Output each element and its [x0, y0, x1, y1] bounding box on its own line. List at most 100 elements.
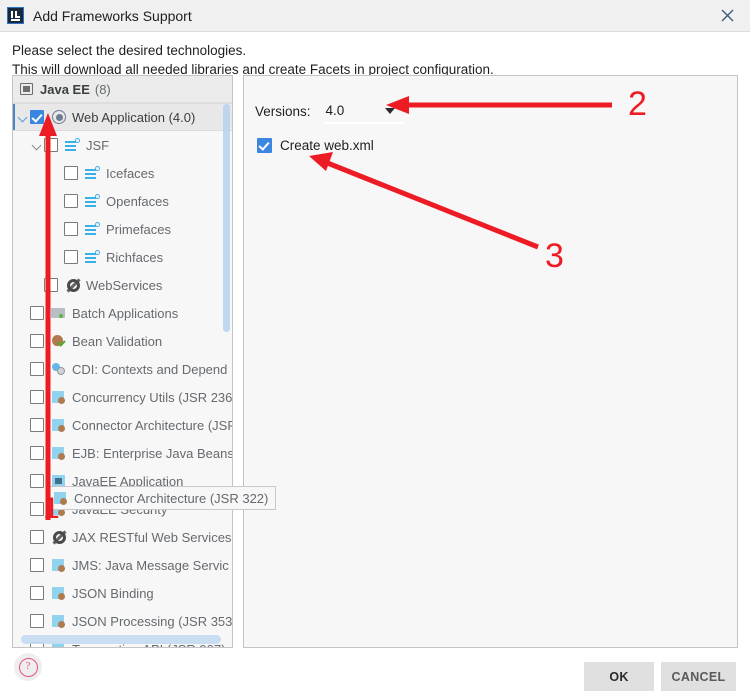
tree-rows-container: Web Application (4.0) JSF Icefaces Openface… [13, 103, 232, 647]
tree-item[interactable]: Batch Applications [13, 299, 232, 327]
versions-label: Versions: [255, 103, 311, 119]
tree-item-checkbox[interactable] [64, 194, 78, 208]
cancel-button[interactable]: CANCEL [661, 662, 736, 691]
tree-item[interactable]: JMS: Java Message Servic [13, 551, 232, 579]
versions-dropdown[interactable]: 4.0 [322, 98, 405, 124]
tree-item-label: Bean Validation [72, 333, 163, 349]
tree-item[interactable]: JSON Processing (JSR 353 [13, 607, 232, 635]
tree-item[interactable]: Icefaces [13, 159, 232, 187]
tree-item-checkbox[interactable] [30, 502, 44, 516]
tree-group-java-ee[interactable]: Java EE (8) [13, 76, 232, 103]
tree-item-label: Primefaces [106, 221, 172, 237]
module-icon [19, 81, 35, 97]
tree-item-checkbox[interactable] [44, 278, 58, 292]
create-webxml-checkbox[interactable]: Create web.xml [257, 138, 374, 153]
gear-icon [65, 277, 81, 293]
tree-vertical-scrollbar[interactable] [223, 104, 230, 332]
tree-item[interactable]: EJB: Enterprise Java Beans [13, 439, 232, 467]
tree-item-checkbox[interactable] [30, 390, 44, 404]
tree-item[interactable]: Openfaces [13, 187, 232, 215]
tree-item-label: EJB: Enterprise Java Beans [72, 445, 233, 461]
tree-item[interactable]: CDI: Contexts and Depend [13, 355, 232, 383]
tree-item-checkbox[interactable] [30, 362, 44, 376]
tree-item-checkbox[interactable] [30, 334, 44, 348]
jsf-icon [85, 221, 101, 237]
chevron-down-icon[interactable] [31, 139, 44, 152]
frameworks-tree-panel[interactable]: Java EE (8) Web Application (4.0) JSF Icef… [12, 75, 233, 648]
create-webxml-checkbox-box[interactable] [257, 138, 272, 153]
tree-item[interactable]: Web Application (4.0) [13, 103, 232, 131]
tree-item[interactable]: JSF [13, 131, 232, 159]
gear-icon [51, 529, 67, 545]
tree-item-label: Icefaces [106, 165, 155, 181]
jsf-icon [85, 165, 101, 181]
bean-validation-icon [51, 333, 67, 349]
tree-item[interactable]: Concurrency Utils (JSR 236 [13, 383, 232, 411]
tree-item-checkbox[interactable] [64, 250, 78, 264]
tree-item-checkbox[interactable] [30, 110, 44, 124]
tree-item-label: JSON Binding [72, 585, 154, 601]
folder-icon [51, 305, 67, 321]
create-webxml-label: Create web.xml [280, 138, 374, 153]
tree-item-label: JSF [86, 137, 110, 153]
tree-item[interactable]: Bean Validation [13, 327, 232, 355]
tree-item-overflow-tooltip: Connector Architecture (JSR 322) [46, 486, 277, 510]
ok-button[interactable]: OK [584, 662, 654, 691]
jar-icon [51, 557, 67, 573]
tree-item-checkbox[interactable] [30, 418, 44, 432]
tree-item-checkbox[interactable] [64, 166, 78, 180]
tree-item-checkbox[interactable] [30, 446, 44, 460]
jsf-icon [85, 193, 101, 209]
description-line-1: Please select the desired technologies. [12, 43, 247, 58]
help-icon[interactable]: ? [14, 653, 42, 681]
dialog-footer: ? OK CANCEL [0, 648, 750, 696]
window-title: Add Frameworks Support [33, 7, 192, 24]
tree-item[interactable]: JAX RESTful Web Services [13, 523, 232, 551]
tree-item[interactable]: WebServices [13, 271, 232, 299]
jsf-icon [85, 249, 101, 265]
tree-group-count: (8) [94, 81, 111, 97]
tree-item-checkbox[interactable] [30, 614, 44, 628]
dialog-description: Please select the desired technologies. … [0, 32, 750, 79]
window-titlebar: Add Frameworks Support [0, 0, 750, 32]
tree-item[interactable]: Richfaces [13, 243, 232, 271]
jsf-icon [65, 137, 81, 153]
tree-item[interactable]: Primefaces [13, 215, 232, 243]
framework-details-panel: Versions: 4.0 Create web.xml [243, 75, 738, 648]
tree-item-checkbox[interactable] [30, 474, 44, 488]
tree-item-checkbox[interactable] [64, 222, 78, 236]
versions-row: Versions: 4.0 [255, 98, 405, 124]
tree-item-label: Concurrency Utils (JSR 236 [72, 389, 233, 405]
jar-icon [51, 445, 67, 461]
tree-item-overflow-label: Connector Architecture (JSR 322) [74, 490, 269, 506]
chevron-down-icon[interactable] [17, 111, 30, 124]
jar-icon [51, 613, 67, 629]
tree-item[interactable]: Connector Architecture (JSR [13, 411, 232, 439]
tree-item-checkbox[interactable] [30, 586, 44, 600]
tree-item-checkbox[interactable] [30, 530, 44, 544]
tree-item-label: Connector Architecture (JSR [72, 417, 233, 433]
jar-icon [51, 389, 67, 405]
tree-item-label: JMS: Java Message Servic [72, 557, 229, 573]
close-icon[interactable] [704, 0, 750, 31]
tree-item[interactable]: JSON Binding [13, 579, 232, 607]
tree-item-checkbox[interactable] [30, 306, 44, 320]
tree-item-checkbox[interactable] [30, 558, 44, 572]
tree-item-label: Batch Applications [72, 305, 179, 321]
tree-horizontal-scrollbar[interactable] [21, 635, 221, 644]
tree-item-checkbox[interactable] [44, 138, 58, 152]
intellij-idea-logo-icon [7, 7, 24, 24]
tree-item-label: JSON Processing (JSR 353 [72, 613, 233, 629]
